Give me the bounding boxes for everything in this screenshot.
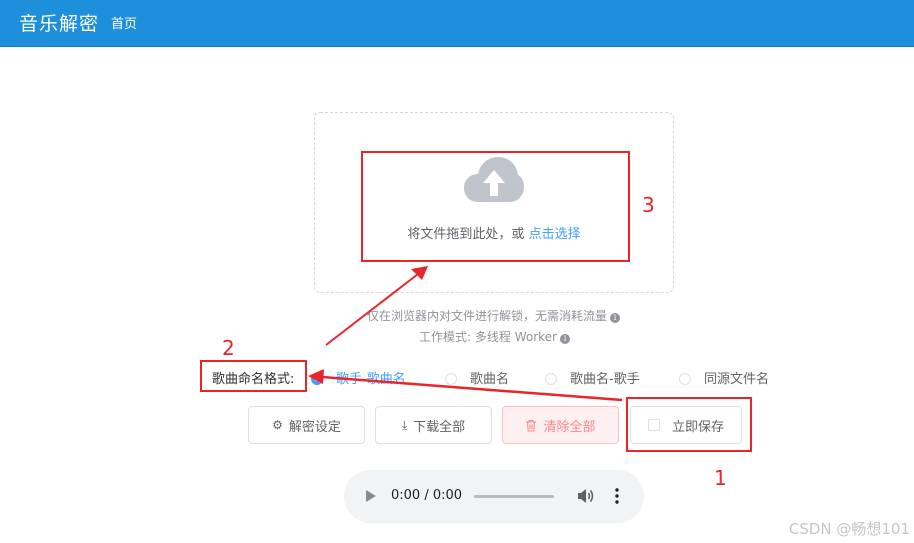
radio-artist-title[interactable]: 歌手-歌曲名 — [311, 368, 406, 387]
annotation-box-3 — [361, 151, 630, 262]
radio-circle — [445, 373, 457, 385]
radio-title[interactable]: 歌曲名 — [445, 368, 509, 387]
hint-local-decrypt: 仅在浏览器内对文件进行解锁，无需消耗流量 i — [300, 307, 620, 324]
annotation-box-1 — [626, 397, 752, 452]
decrypt-settings-button[interactable]: ⚙ 解密设定 — [248, 406, 365, 444]
hint-worker-mode: 工作模式: 多线程 Worker i — [300, 328, 570, 345]
clear-all-label: 清除全部 — [543, 419, 596, 435]
clear-all-button[interactable]: 清除全部 — [502, 406, 619, 444]
annotation-box-2 — [200, 360, 307, 392]
hint-worker-mode-text: 工作模式: 多线程 Worker — [419, 330, 557, 344]
nav-home-link[interactable]: 首页 — [111, 13, 137, 32]
annotation-number-3: 3 — [642, 193, 655, 217]
radio-circle — [679, 373, 691, 385]
radio-label: 歌曲名-歌手 — [570, 372, 640, 387]
decrypt-settings-label: 解密设定 — [288, 419, 341, 435]
gear-icon: ⚙ — [272, 418, 283, 432]
volume-icon[interactable] — [577, 488, 595, 504]
radio-title-artist[interactable]: 歌曲名-歌手 — [545, 368, 640, 387]
info-icon[interactable]: i — [610, 313, 620, 323]
play-icon[interactable] — [366, 490, 376, 502]
hint-local-decrypt-text: 仅在浏览器内对文件进行解锁，无需消耗流量 — [366, 309, 607, 323]
radio-source-filename[interactable]: 同源文件名 — [679, 368, 769, 387]
radio-label: 同源文件名 — [704, 372, 770, 387]
download-all-button[interactable]: ⤓ 下载全部 — [375, 406, 492, 444]
radio-label: 歌手-歌曲名 — [336, 372, 406, 387]
annotation-number-2: 2 — [222, 336, 235, 360]
radio-circle — [311, 373, 323, 385]
radio-circle — [545, 373, 557, 385]
app-brand[interactable]: 音乐解密 — [19, 9, 99, 36]
radio-label: 歌曲名 — [470, 372, 510, 387]
player-time: 0:00 / 0:00 — [391, 488, 463, 503]
top-navbar: 音乐解密 首页 — [0, 0, 914, 47]
more-vertical-icon[interactable] — [614, 488, 620, 504]
player-progress-bar[interactable] — [474, 495, 554, 498]
annotation-number-1: 1 — [714, 466, 727, 490]
download-all-label: 下载全部 — [413, 419, 466, 435]
watermark-text: CSDN @畅想101 — [788, 520, 910, 538]
info-icon[interactable]: i — [560, 334, 570, 344]
trash-icon — [526, 419, 537, 432]
download-icon: ⤓ — [401, 417, 408, 432]
